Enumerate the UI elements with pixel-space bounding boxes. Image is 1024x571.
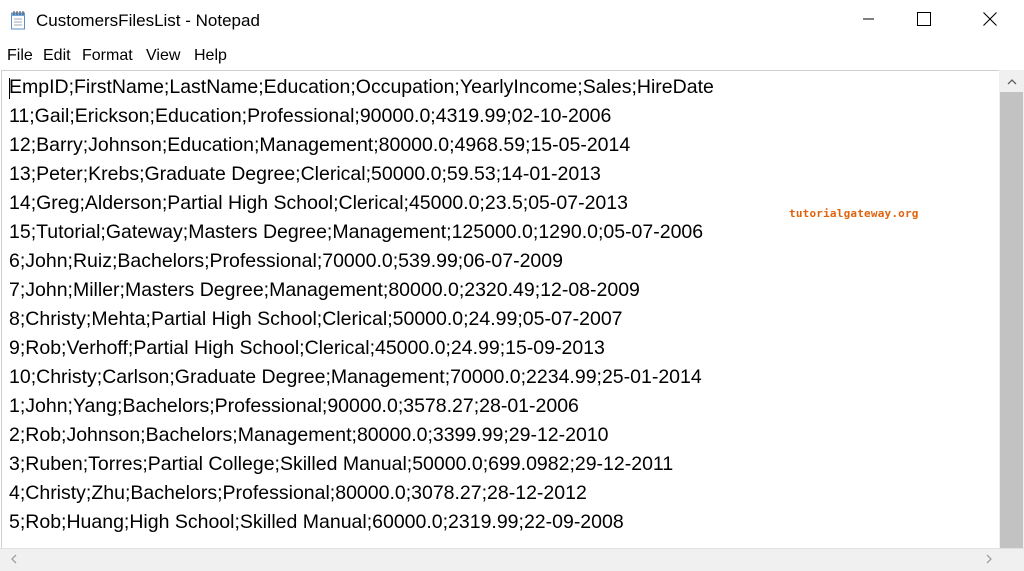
scroll-left-button[interactable] — [1, 550, 26, 570]
chevron-right-icon — [986, 551, 992, 569]
menu-edit[interactable]: Edit — [43, 47, 71, 65]
text-line: 12;Barry;Johnson;Education;Management;80… — [9, 134, 631, 156]
maximize-button[interactable] — [893, 0, 955, 42]
scroll-up-button[interactable] — [999, 71, 1024, 91]
text-line: 5;Rob;Huang;High School;Skilled Manual;6… — [9, 511, 624, 533]
chevron-left-icon — [10, 551, 17, 569]
menu-format[interactable]: Format — [82, 47, 133, 65]
text-line: 9;Rob;Verhoff;Partial High School;Cleric… — [9, 337, 605, 359]
vertical-scrollbar[interactable] — [999, 70, 1024, 568]
text-line: 7;John;Miller;Masters Degree;Management;… — [9, 279, 640, 301]
title-bar[interactable]: CustomersFilesList - Notepad — [0, 0, 1024, 42]
text-line: 14;Greg;Alderson;Partial High School;Cle… — [9, 192, 628, 214]
menu-bar: File Edit Format View Help — [0, 44, 1024, 70]
minimize-button[interactable] — [838, 0, 900, 42]
close-icon — [983, 11, 997, 31]
text-line: 11;Gail;Erickson;Education;Professional;… — [9, 105, 612, 127]
watermark: tutorialgateway.org — [789, 207, 919, 220]
text-lines: EmpID;FirstName;LastName;Education;Occup… — [9, 73, 714, 537]
menu-view[interactable]: View — [146, 47, 180, 65]
text-line: EmpID;FirstName;LastName;Education;Occup… — [9, 76, 714, 98]
notepad-icon — [10, 10, 26, 30]
horizontal-scrollbar[interactable] — [0, 548, 1024, 571]
text-line: 10;Christy;Carlson;Graduate Degree;Manag… — [9, 366, 702, 388]
text-line: 15;Tutorial;Gateway;Masters Degree;Manag… — [9, 221, 704, 243]
minimize-icon — [863, 12, 875, 30]
menu-help[interactable]: Help — [194, 47, 227, 65]
scroll-right-button[interactable] — [976, 550, 1001, 570]
text-editor-area[interactable]: EmpID;FirstName;LastName;Education;Occup… — [1, 70, 1000, 549]
text-line: 2;Rob;Johnson;Bachelors;Management;80000… — [9, 424, 609, 446]
maximize-icon — [917, 11, 931, 31]
close-button[interactable] — [959, 0, 1021, 42]
text-cursor — [9, 78, 10, 99]
menu-file[interactable]: File — [7, 47, 33, 65]
text-line: 3;Ruben;Torres;Partial College;Skilled M… — [9, 453, 674, 475]
text-line: 8;Christy;Mehta;Partial High School;Cler… — [9, 308, 623, 330]
text-line: 13;Peter;Krebs;Graduate Degree;Clerical;… — [9, 163, 601, 185]
text-line: 4;Christy;Zhu;Bachelors;Professional;800… — [9, 482, 587, 504]
chevron-up-icon — [1007, 72, 1017, 90]
text-line: 1;John;Yang;Bachelors;Professional;90000… — [9, 395, 579, 417]
window-title: CustomersFilesList - Notepad — [36, 11, 260, 30]
text-line: 6;John;Ruiz;Bachelors;Professional;70000… — [9, 250, 563, 272]
vertical-scroll-thumb[interactable] — [1000, 92, 1023, 568]
